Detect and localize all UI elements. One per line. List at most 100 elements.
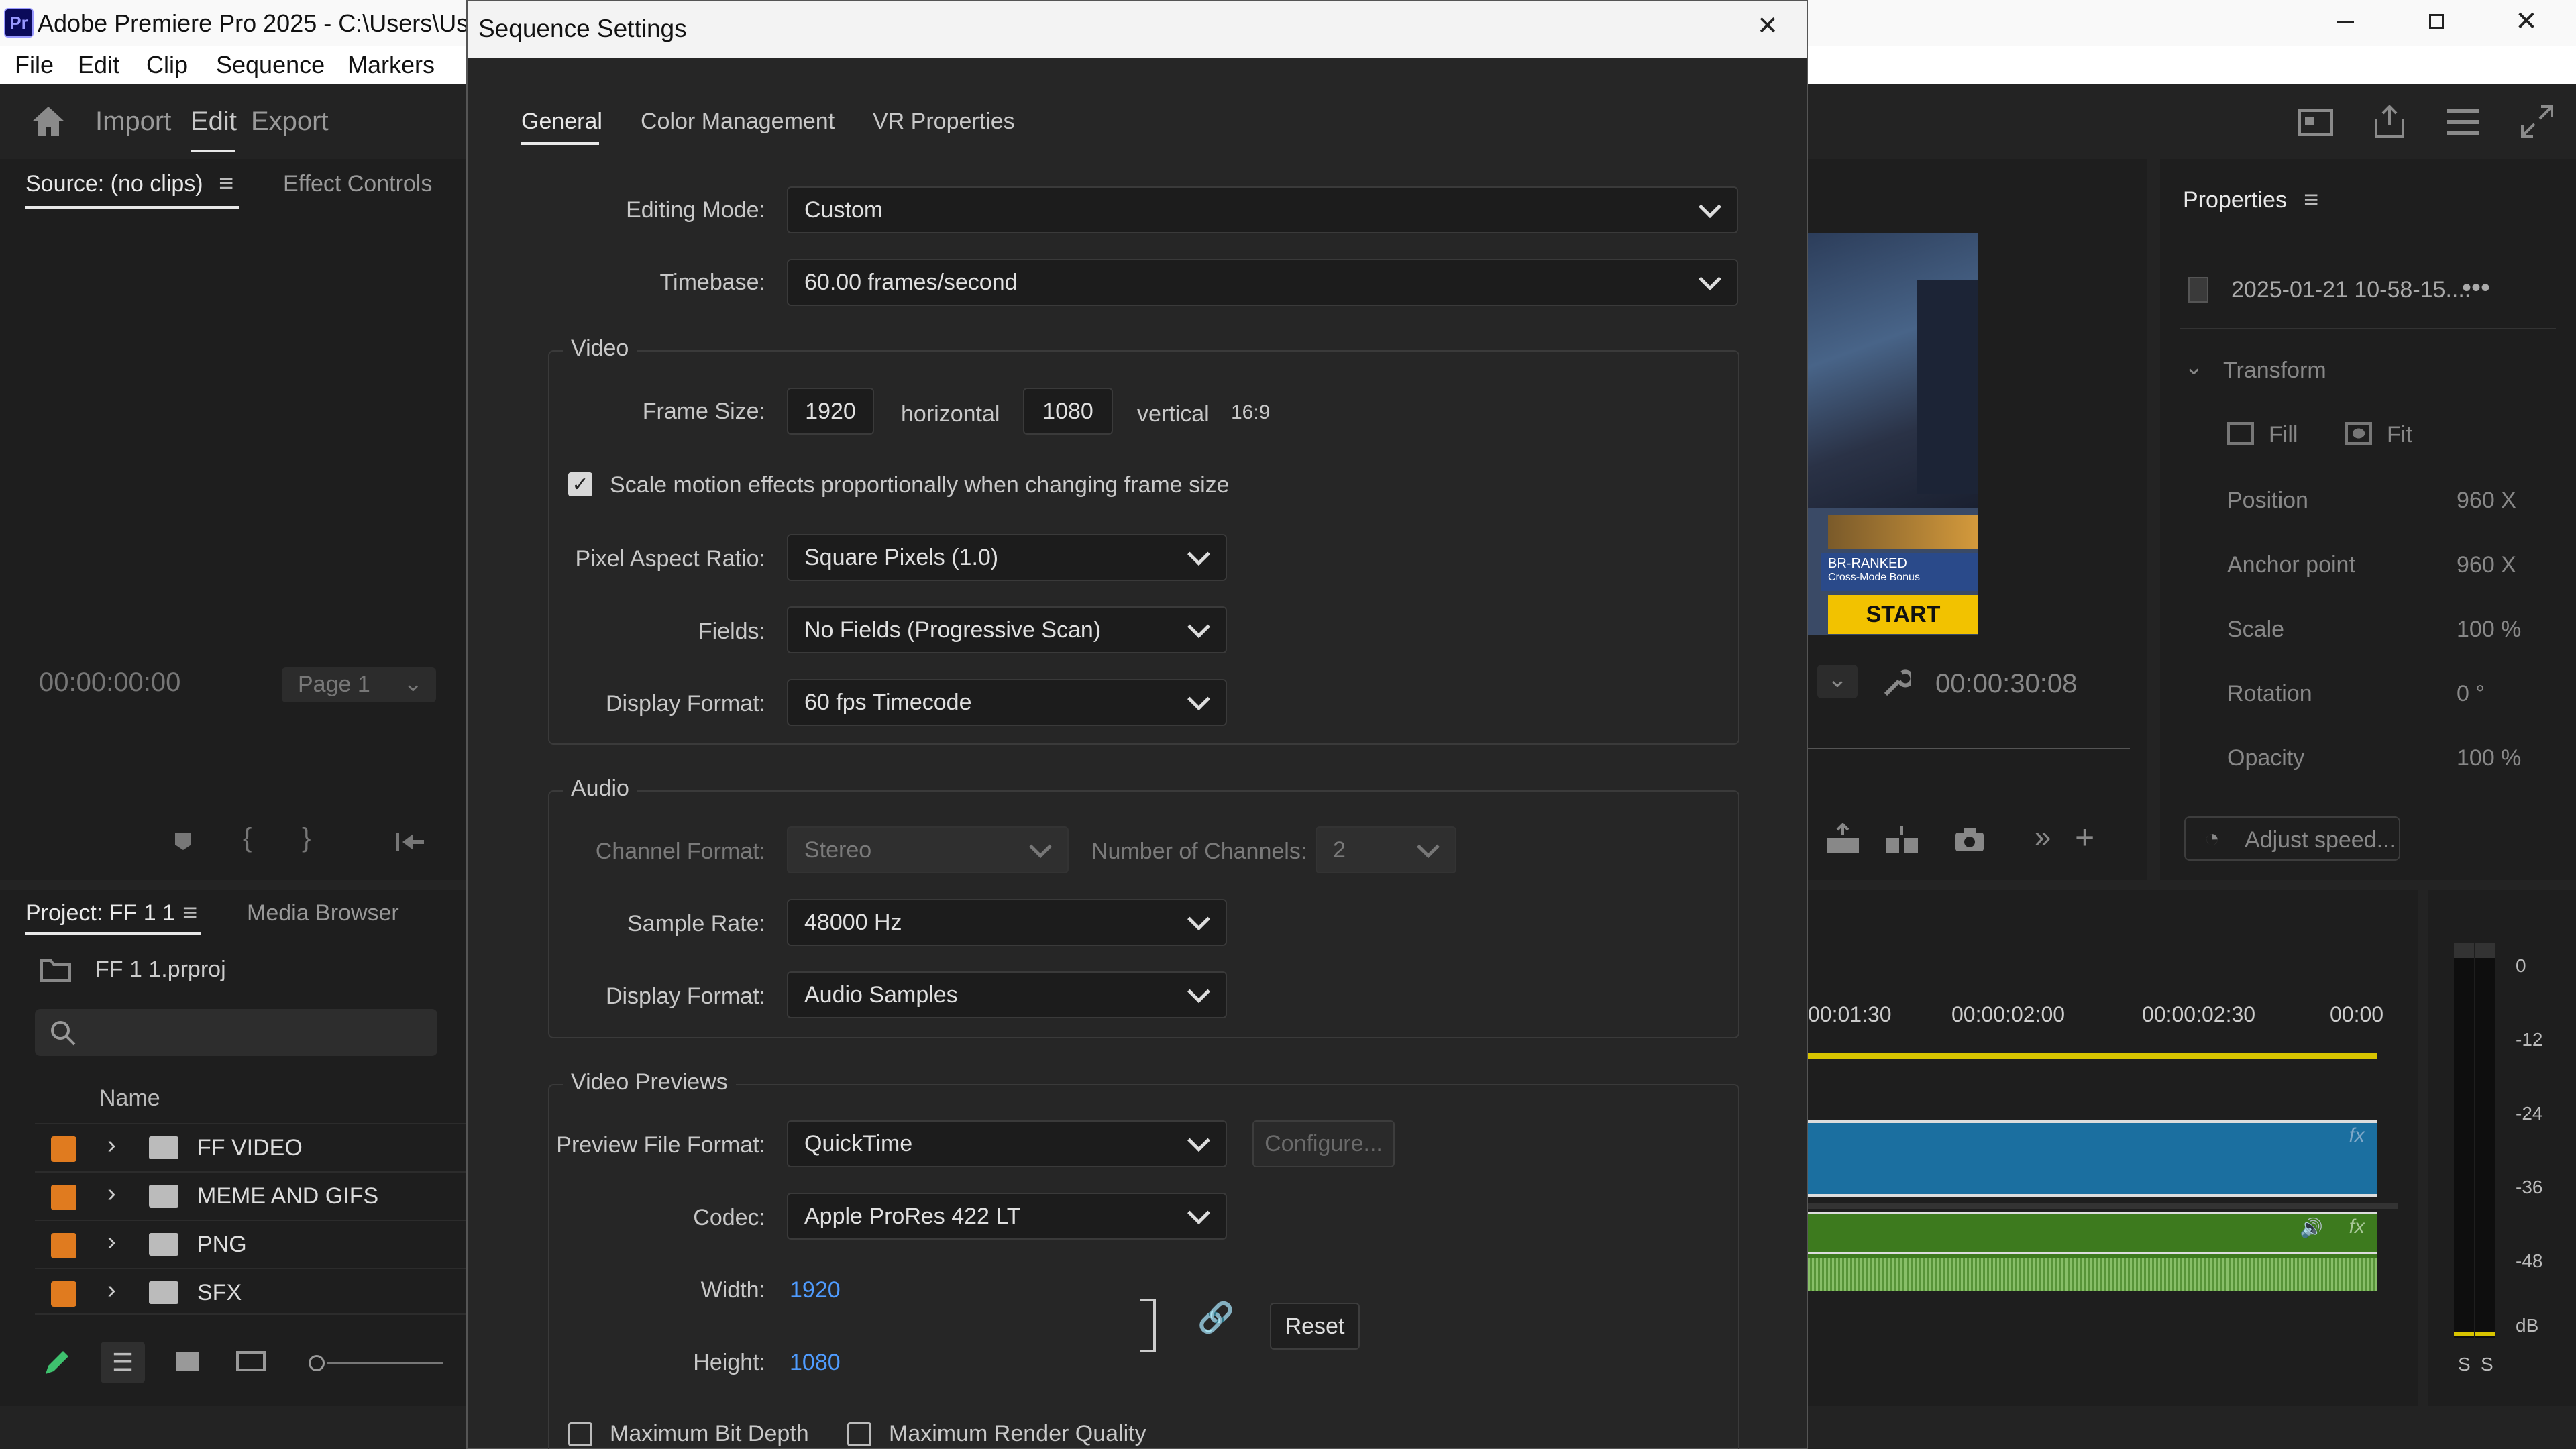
settings-wrench-icon[interactable] (1882, 669, 1911, 698)
max-bit-depth-checkbox[interactable] (568, 1422, 592, 1446)
list-item[interactable]: › MEME AND GIFS (35, 1171, 470, 1218)
configure-button[interactable]: Configure... (1252, 1120, 1395, 1167)
tab-project[interactable]: Project: FF 1 1 (25, 900, 175, 926)
prop-anchor-value[interactable]: 960 X (2457, 552, 2516, 578)
menu-edit[interactable]: Edit (78, 51, 119, 79)
label-color-swatch[interactable] (51, 1136, 76, 1162)
audio-clip[interactable]: 🔊 fx (1808, 1212, 2377, 1291)
mark-in-icon[interactable]: { (243, 823, 252, 853)
prop-rotation-value[interactable]: 0 ° (2457, 681, 2485, 707)
project-search-input[interactable] (35, 1009, 437, 1056)
fill-icon[interactable] (2227, 422, 2254, 445)
fit-icon[interactable] (2345, 422, 2372, 445)
fill-label[interactable]: Fill (2269, 422, 2298, 448)
bin-name[interactable]: FF VIDEO (197, 1135, 303, 1161)
freeform-view-icon[interactable] (236, 1351, 266, 1371)
link-chain-icon[interactable]: 🔗 (1197, 1300, 1234, 1335)
editing-mode-dropdown[interactable]: Custom (787, 186, 1738, 233)
preview-width-value[interactable]: 1920 (790, 1277, 841, 1303)
tab-color-management[interactable]: Color Management (641, 109, 835, 135)
menu-markers[interactable]: Markers (347, 51, 435, 79)
clip-more-icon[interactable]: ••• (2462, 273, 2490, 303)
tab-media-browser[interactable]: Media Browser (247, 900, 399, 926)
more-controls-icon[interactable]: » (2035, 820, 2051, 854)
icon-view-icon[interactable] (176, 1352, 199, 1371)
workspaces-menu-icon[interactable] (2445, 107, 2482, 139)
fullscreen-icon[interactable] (2518, 103, 2556, 140)
tab-general[interactable]: General (521, 109, 602, 135)
expand-chevron-icon[interactable]: › (107, 1228, 116, 1256)
max-render-quality-checkbox[interactable] (847, 1422, 871, 1446)
dialog-close-icon[interactable]: ✕ (1757, 11, 1778, 41)
zoom-dropdown-chevron[interactable]: ⌄ (1817, 665, 1858, 698)
menu-clip[interactable]: Clip (146, 51, 188, 79)
source-panel-menu-icon[interactable]: ≡ (219, 170, 233, 199)
label-color-swatch[interactable] (51, 1185, 76, 1210)
lift-icon[interactable] (1823, 823, 1863, 857)
list-view-icon[interactable]: ☰ (101, 1342, 145, 1383)
expand-chevron-icon[interactable]: › (107, 1131, 116, 1160)
codec-dropdown[interactable]: Apple ProRes 422 LT (787, 1193, 1227, 1240)
list-item[interactable]: › SFX (35, 1268, 470, 1315)
workspace-export[interactable]: Export (251, 107, 329, 137)
mark-out-icon[interactable]: } (302, 823, 311, 853)
home-icon[interactable] (30, 104, 67, 139)
timebase-dropdown[interactable]: 60.00 frames/second (787, 259, 1738, 306)
label-color-swatch[interactable] (51, 1281, 76, 1307)
fields-dropdown[interactable]: No Fields (Progressive Scan) (787, 606, 1227, 653)
project-panel-menu-icon[interactable]: ≡ (182, 899, 197, 928)
tab-source[interactable]: Source: (no clips) (25, 171, 203, 197)
list-item[interactable]: › PNG (35, 1220, 470, 1267)
audio-display-format-dropdown[interactable]: Audio Samples (787, 971, 1227, 1018)
frame-height-input[interactable]: 1080 (1023, 388, 1113, 435)
solo-left-button[interactable]: S (2458, 1354, 2471, 1375)
prop-position-value[interactable]: 960 X (2457, 488, 2516, 514)
export-frame-camera-icon[interactable] (1953, 826, 1986, 854)
zoom-slider[interactable] (309, 1352, 443, 1373)
max-bit-depth-label[interactable]: Maximum Bit Depth (610, 1421, 809, 1447)
fit-label[interactable]: Fit (2387, 422, 2412, 448)
scale-motion-label[interactable]: Scale motion effects proportionally when… (610, 472, 1230, 498)
workspace-edit[interactable]: Edit (191, 107, 237, 137)
transform-chevron-icon[interactable]: ⌄ (2184, 354, 2204, 380)
video-display-format-dropdown[interactable]: 60 fps Timecode (787, 679, 1227, 726)
label-color-swatch[interactable] (51, 1233, 76, 1258)
preview-file-format-dropdown[interactable]: QuickTime (787, 1120, 1227, 1167)
bin-name[interactable]: MEME AND GIFS (197, 1183, 378, 1210)
frame-width-input[interactable]: 1920 (787, 388, 874, 435)
video-clip[interactable]: fx (1808, 1120, 2377, 1197)
menu-file[interactable]: File (15, 51, 54, 79)
zoom-slider-knob[interactable] (309, 1355, 325, 1371)
add-button-icon[interactable]: + (2075, 818, 2094, 857)
pixel-aspect-dropdown[interactable]: Square Pixels (1.0) (787, 534, 1227, 581)
scale-motion-checkbox[interactable]: ✓ (568, 472, 592, 496)
list-item[interactable]: › FF VIDEO (35, 1123, 470, 1170)
extract-icon[interactable] (1882, 823, 1922, 857)
add-marker-icon[interactable] (172, 830, 195, 853)
expand-chevron-icon[interactable]: › (107, 1276, 116, 1305)
go-to-in-icon[interactable] (393, 830, 427, 854)
page-select[interactable]: Page 1 ⌄ (282, 667, 436, 702)
reset-button[interactable]: Reset (1270, 1303, 1360, 1350)
bin-name[interactable]: SFX (197, 1280, 241, 1306)
expand-chevron-icon[interactable]: › (107, 1179, 116, 1208)
adjust-speed-button[interactable]: ◔ Adjust speed... (2184, 816, 2400, 861)
preview-height-value[interactable]: 1080 (790, 1350, 841, 1376)
bin-name[interactable]: PNG (197, 1232, 247, 1258)
minimize-icon[interactable] (2326, 3, 2364, 40)
max-render-quality-label[interactable]: Maximum Render Quality (889, 1421, 1146, 1447)
pencil-icon[interactable] (42, 1348, 71, 1378)
share-icon[interactable] (2371, 103, 2408, 140)
quick-export-icon[interactable] (2297, 107, 2334, 139)
properties-menu-icon[interactable]: ≡ (2304, 186, 2318, 215)
prop-opacity-value[interactable]: 100 % (2457, 745, 2521, 771)
sample-rate-dropdown[interactable]: 48000 Hz (787, 899, 1227, 946)
maximize-icon[interactable] (2418, 3, 2455, 40)
menu-sequence[interactable]: Sequence (216, 51, 325, 79)
column-name-header[interactable]: Name (99, 1085, 160, 1112)
tab-vr-properties[interactable]: VR Properties (873, 109, 1015, 135)
workspace-import[interactable]: Import (95, 107, 171, 137)
solo-right-button[interactable]: S (2481, 1354, 2493, 1375)
prop-scale-value[interactable]: 100 % (2457, 616, 2521, 643)
tab-effect-controls[interactable]: Effect Controls (283, 171, 432, 197)
